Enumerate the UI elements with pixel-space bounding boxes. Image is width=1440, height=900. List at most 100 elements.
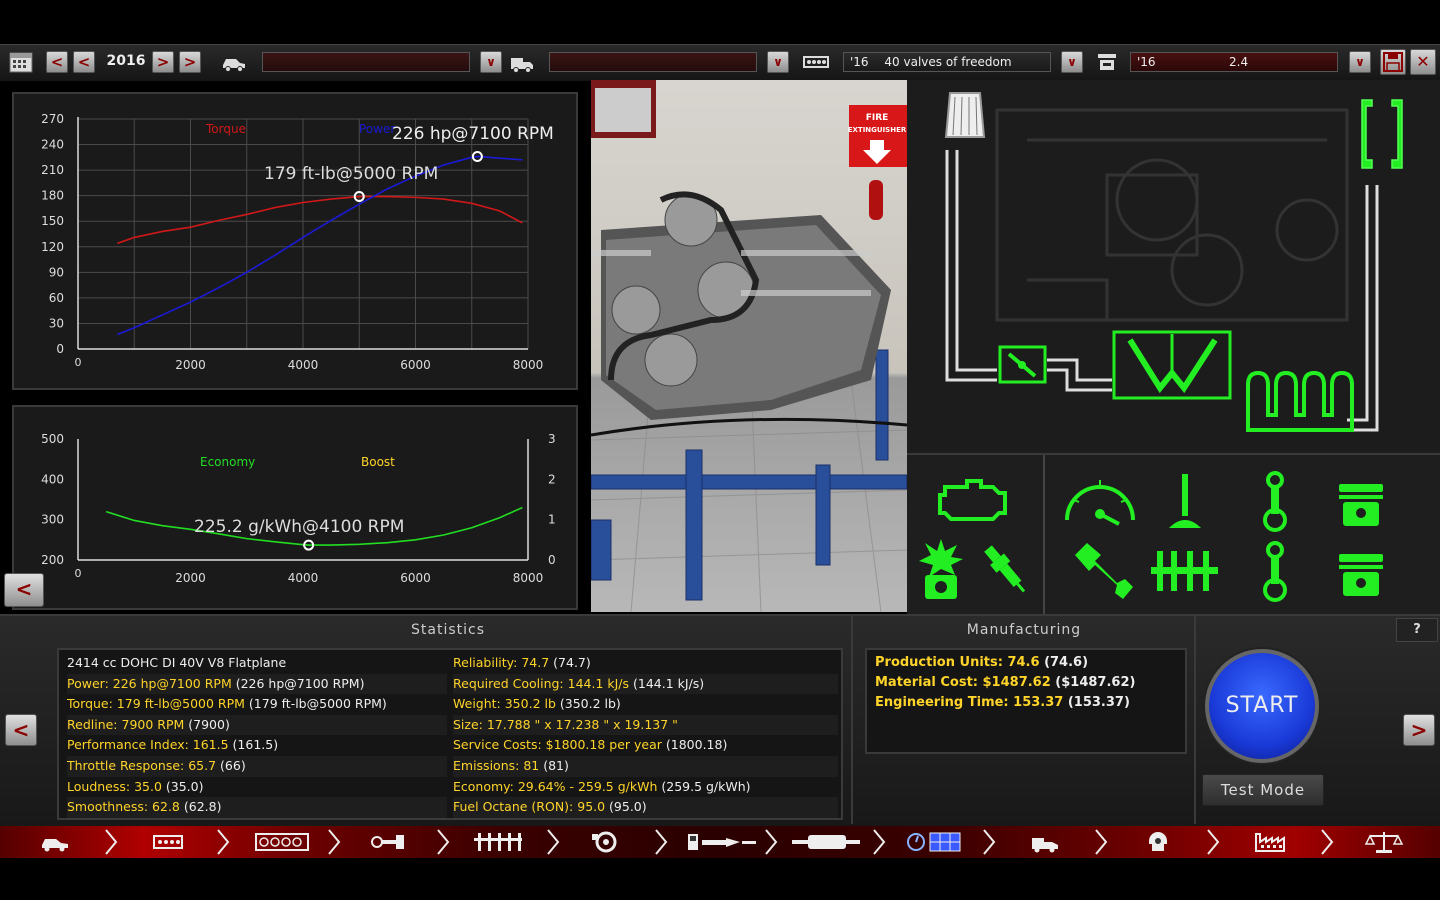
power-legend-label: Power <box>359 122 395 136</box>
nav-chevron-icon <box>873 829 886 855</box>
car-model-dropdown-chevron-icon[interactable]: ∨ <box>480 51 502 73</box>
statistics-left-column: 2414 cc DOHC DI 40V V8 Flatplane Power: … <box>67 653 447 818</box>
nav-chevron-icon <box>1207 829 1220 855</box>
y2-tick-label: 3 <box>548 432 556 446</box>
torque-power-panel: 0 30 60 90 120 150 180 210 240 270 0 2000 4000 6000 8… <box>12 92 578 390</box>
engine-variant-select[interactable]: '16 2.4 <box>1130 52 1338 72</box>
prev-section-button[interactable]: < <box>5 714 37 746</box>
year-prev-fast-button[interactable]: < <box>46 51 68 73</box>
nav-factory-icon[interactable] <box>1252 830 1292 854</box>
nav-chevron-icon <box>437 829 450 855</box>
x-tick-label: 4000 <box>288 358 319 372</box>
nav-car-model-icon[interactable] <box>36 830 76 854</box>
nav-engineering-icon[interactable] <box>1138 830 1178 854</box>
test-mode-button[interactable]: Test Mode <box>1202 774 1324 806</box>
engine-family-dropdown-chevron-icon[interactable]: ∨ <box>1061 51 1083 73</box>
x-tick-label: 6000 <box>400 358 431 372</box>
engine-family-select[interactable]: '16 40 valves of freedom <box>843 52 1051 72</box>
engineering-wrench-icon[interactable] <box>1067 535 1139 605</box>
air-filter-icon[interactable] <box>940 85 990 150</box>
exhaust-tip-icon[interactable] <box>1350 92 1415 177</box>
chart-collapse-button[interactable]: < <box>4 573 44 607</box>
car-trim-dropdown-chevron-icon[interactable]: ∨ <box>767 51 789 73</box>
year-next-button[interactable]: > <box>152 51 174 73</box>
nav-chevron-icon <box>765 829 778 855</box>
nav-engine-test-icon[interactable] <box>904 830 964 854</box>
torque-power-chart: 0 30 60 90 120 150 180 210 240 270 0 2000 4000 6000 8… <box>41 112 554 372</box>
calendar-icon[interactable] <box>8 50 34 74</box>
nav-market-scales-icon[interactable] <box>1364 830 1404 854</box>
nav-fuel-system-icon[interactable] <box>686 830 758 854</box>
stat-reliability: Reliability: 74.7 (74.7) <box>453 655 591 670</box>
nav-engine-family-icon[interactable] <box>148 830 188 854</box>
y-tick-label: 180 <box>41 189 64 203</box>
nav-top-end-icon[interactable] <box>472 830 524 854</box>
damaged-part-icon[interactable] <box>915 535 967 603</box>
y-tick-label: 60 <box>49 291 64 305</box>
nav-chevron-icon <box>328 829 341 855</box>
spark-plug-icon[interactable] <box>979 540 1034 600</box>
intake-manifold-icon[interactable] <box>1110 328 1235 403</box>
power-peak-label: 226 hp@7100 RPM <box>392 124 554 144</box>
nav-exhaust-icon[interactable] <box>790 830 862 854</box>
y-tick-label: 240 <box>41 138 64 152</box>
year-next-fast-button[interactable]: > <box>179 51 201 73</box>
manufacturing-engineering-time: Engineering Time: 153.37 (153.37) <box>875 695 1130 710</box>
piston-top-icon[interactable] <box>1335 480 1387 530</box>
connecting-rod-bottom-icon[interactable] <box>1257 540 1293 602</box>
engine-block-icon <box>802 50 829 74</box>
throttle-body-icon[interactable] <box>995 342 1050 387</box>
fire-sign-line1: FIRE <box>866 113 889 123</box>
camshaft-icon[interactable] <box>1147 543 1222 598</box>
y-tick-label: 150 <box>41 214 64 228</box>
next-section-button[interactable]: > <box>1403 714 1435 746</box>
y-tick-label: 500 <box>41 432 64 446</box>
statistics-panel: Statistics 2414 cc DOHC DI 40V V8 Flatpl… <box>45 616 851 824</box>
year-value: 2016 <box>106 53 146 69</box>
car-model-icon <box>220 50 246 74</box>
stat-engine-config: 2414 cc DOHC DI 40V V8 Flatplane <box>67 655 287 670</box>
engine-block-part-icon[interactable] <box>937 475 1009 527</box>
nav-chevron-icon <box>547 829 560 855</box>
help-button[interactable]: ? <box>1396 618 1438 642</box>
save-icon[interactable] <box>1380 49 1406 75</box>
manufacturing-production-units: Production Units: 74.6 (74.6) <box>875 655 1089 670</box>
stat-emissions: Emissions: 81 (81) <box>453 755 838 777</box>
engine-family-name: 40 valves of freedom <box>884 55 1012 69</box>
economy-peak-label: 225.2 g/kWh@4100 RPM <box>194 517 404 537</box>
nav-car-trim-icon[interactable] <box>1026 830 1066 854</box>
nav-bottom-end-icon[interactable] <box>368 830 408 854</box>
car-trim-icon <box>508 50 534 74</box>
top-toolbar: < < 2016 > > ∨ ∨ '16 40 valves of freedo… <box>0 44 1440 82</box>
x-tick-label: 6000 <box>400 571 431 585</box>
engine-3d-viewport[interactable]: FIRE EXTINGUISHER <box>591 80 907 612</box>
y-tick-label: 270 <box>41 112 64 126</box>
statistics-right-column: Reliability: 74.7 (74.7) Required Coolin… <box>453 653 838 818</box>
economy-chart: 200 300 400 500 0 1 2 3 0 2000 4000 6000 8000 Econ… <box>41 432 556 585</box>
connecting-rod-top-icon[interactable] <box>1257 470 1293 532</box>
valve-icon[interactable] <box>1165 470 1205 532</box>
y2-tick-label: 1 <box>548 513 556 527</box>
stat-throttle-response: Throttle Response: 65.7 (66) <box>67 755 447 777</box>
engine-variant-dropdown-chevron-icon[interactable]: ∨ <box>1349 51 1371 73</box>
y2-tick-label: 2 <box>548 472 556 486</box>
car-trim-select[interactable] <box>549 52 757 72</box>
stat-torque: Torque: 179 ft-lb@5000 RPM (179 ft-lb@50… <box>67 696 387 712</box>
close-icon[interactable]: ✕ <box>1410 49 1436 75</box>
car-model-select[interactable] <box>262 52 470 72</box>
part-icon-grid <box>907 453 1440 614</box>
nav-block-heads-icon[interactable] <box>254 830 310 854</box>
start-button[interactable]: START <box>1205 649 1319 763</box>
y-tick-label: 400 <box>41 472 64 486</box>
y-tick-label: 0 <box>56 342 64 356</box>
stat-weight: Weight: 350.2 lb (350.2 lb) <box>453 696 621 712</box>
tachometer-icon[interactable] <box>1059 470 1141 530</box>
economy-legend-label: Economy <box>200 455 255 469</box>
manufacturing-material-cost: Material Cost: $1487.62 ($1487.62) <box>875 675 1136 690</box>
year-prev-button[interactable]: < <box>73 51 95 73</box>
piston-bottom-icon[interactable] <box>1335 550 1387 600</box>
stat-service-costs: Service Costs: $1800.18 per year (1800.1… <box>453 737 728 753</box>
nav-aspiration-icon[interactable] <box>586 830 626 854</box>
torque-line <box>117 195 523 245</box>
exhaust-manifold-icon[interactable] <box>1240 365 1365 440</box>
